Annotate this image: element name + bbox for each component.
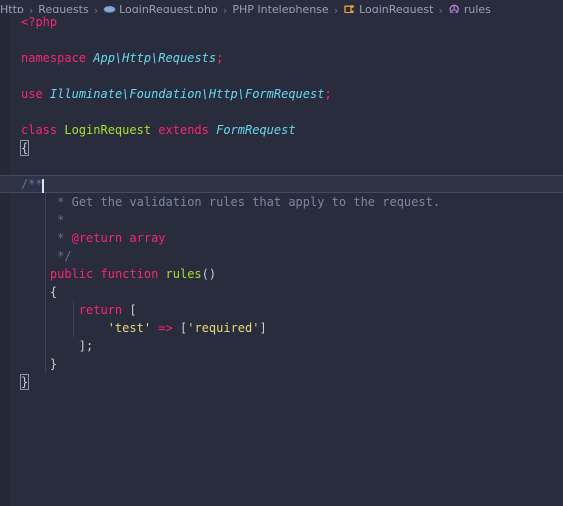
code-line[interactable]: { (0, 283, 563, 301)
code-content[interactable]: <?php namespace App\Http\Requests; use I… (0, 13, 563, 506)
code-line-current[interactable]: /** (0, 175, 563, 193)
token-arrow: => (158, 321, 173, 335)
token-string-key: 'test' (107, 321, 152, 335)
token-bracket-close: ] (259, 321, 267, 335)
code-line[interactable]: * Get the validation rules that apply to… (0, 193, 563, 211)
breadcrumb-separator: › (222, 4, 228, 13)
breadcrumb-item-php-intelephense[interactable]: PHP Intelephense (232, 3, 328, 13)
code-line[interactable]: class LoginRequest extends FormRequest (0, 121, 563, 139)
code-line[interactable] (0, 157, 563, 175)
token-keyword-use: use (21, 87, 43, 101)
code-line[interactable]: return [ (0, 301, 563, 319)
token-keyword-public: public (49, 267, 94, 281)
editor-pane[interactable]: <?php namespace App\Http\Requests; use I… (0, 13, 563, 506)
code-line[interactable]: public function rules() (0, 265, 563, 283)
code-line[interactable]: 'test' => ['required'] (0, 319, 563, 337)
breadcrumb-item-loginrequest-class[interactable]: LoginRequest (343, 3, 433, 13)
code-line[interactable]: } (0, 355, 563, 373)
breadcrumb-separator: › (438, 4, 443, 13)
php-file-icon (103, 4, 116, 13)
token-keyword-return: return (78, 303, 123, 317)
token-use-path: Illuminate\Foundation\Http\FormRequest (49, 87, 325, 101)
token-doc-tag-return: @return (71, 231, 123, 245)
breadcrumb-label: LoginRequest (359, 3, 434, 13)
token-keyword-extends: extends (158, 123, 209, 137)
code-line[interactable] (0, 103, 563, 121)
code-line[interactable]: ]; (0, 337, 563, 355)
breadcrumb-label: LoginRequest.php (119, 3, 218, 13)
class-icon (343, 4, 356, 13)
text-cursor (41, 179, 44, 193)
token-semicolon: ; (216, 51, 224, 65)
breadcrumb-item-rules-method[interactable]: rules (448, 3, 491, 13)
token-doc-end: */ (57, 249, 72, 263)
breadcrumb-item-http[interactable]: Http (0, 3, 24, 13)
token-doc-text: Get the validation rules that apply to t… (71, 195, 441, 209)
token-doc-star: * (57, 195, 65, 209)
code-line[interactable]: namespace App\Http\Requests; (0, 49, 563, 67)
token-parens: () (201, 267, 217, 281)
token-doc-start: /** (21, 177, 43, 191)
token-array-end: ]; (78, 339, 94, 353)
code-line[interactable]: */ (0, 247, 563, 265)
breadcrumb-separator: › (93, 4, 99, 13)
breadcrumb-item-requests[interactable]: Requests (38, 3, 88, 13)
breadcrumb-item-loginrequest-php[interactable]: LoginRequest.php (103, 3, 218, 13)
token-doc-star: * (57, 213, 65, 227)
breadcrumb-label: Http (0, 3, 24, 13)
breadcrumb-label: PHP Intelephense (232, 3, 329, 13)
token-namespace-path: App\Http\Requests (93, 51, 217, 65)
token-brace-close: } (49, 357, 58, 371)
token-doc-star: * (57, 231, 65, 245)
breadcrumb[interactable]: Http › Requests › LoginRequest.php › PHP… (0, 0, 563, 13)
token-doc-type: array (129, 231, 166, 245)
token-function-name: rules (165, 267, 202, 281)
token-keyword-class: class (21, 123, 58, 137)
code-line[interactable]: * @return array (0, 229, 563, 247)
token-bracket-open: [ (129, 303, 137, 317)
token-class-name: LoginRequest (64, 123, 152, 137)
breadcrumb-label: Requests (38, 3, 89, 13)
token-string-value: 'required' (187, 321, 260, 335)
token-keyword-function: function (100, 267, 159, 281)
token-keyword-namespace: namespace (21, 51, 87, 65)
code-line[interactable]: { (0, 139, 563, 157)
code-line[interactable]: } (0, 373, 563, 391)
code-line[interactable] (0, 31, 563, 49)
token-brace-open-matched: { (19, 140, 30, 156)
token-parent-class: FormRequest (216, 123, 296, 137)
method-icon (448, 4, 461, 13)
breadcrumb-separator: › (333, 4, 339, 13)
breadcrumb-separator: › (28, 4, 34, 13)
code-line[interactable]: <?php (0, 13, 563, 31)
code-line[interactable]: use Illuminate\Foundation\Http\FormReque… (0, 85, 563, 103)
token-php-open: <?php (21, 15, 58, 29)
code-editor-window: Http › Requests › LoginRequest.php › PHP… (0, 0, 563, 506)
token-brace-open: { (49, 285, 58, 299)
token-semicolon: ; (324, 87, 332, 101)
breadcrumb-label: rules (463, 3, 491, 13)
code-line[interactable]: * (0, 211, 563, 229)
token-brace-close-matched: } (19, 374, 30, 390)
code-line[interactable] (0, 67, 563, 85)
